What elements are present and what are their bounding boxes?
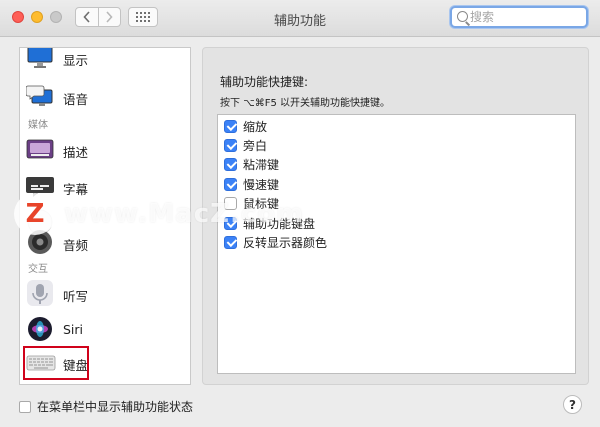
keyboard-shortcuts-panel: 辅助功能快捷键: 按下 ⌥⌘F5 以开关辅助功能快捷键。 缩放 旁白 粘滞键 慢…	[202, 47, 589, 385]
shortcut-item-sticky-keys[interactable]: 粘滞键	[224, 155, 279, 173]
selection-highlight	[23, 346, 89, 380]
search-input[interactable]	[470, 8, 580, 26]
checkbox-checked[interactable]	[224, 235, 237, 249]
speech-icon	[26, 85, 53, 106]
checkbox-unchecked[interactable]	[19, 400, 31, 413]
checkbox-unchecked[interactable]	[224, 196, 237, 210]
shortcut-item-zoom[interactable]: 缩放	[224, 117, 267, 135]
sidebar-section-interaction: 交互	[28, 264, 48, 275]
checkbox-checked[interactable]	[224, 216, 237, 230]
panel-description: 按下 ⌥⌘F5 以开关辅助功能快捷键。	[220, 98, 390, 109]
checkbox-checked[interactable]	[224, 177, 237, 191]
sidebar-item-captions[interactable]: 字幕	[20, 170, 190, 206]
siri-icon	[28, 317, 52, 341]
sidebar-item-label: 描述	[63, 145, 89, 160]
search-field[interactable]	[450, 6, 588, 28]
title-bar: 辅助功能	[0, 0, 600, 37]
shortcuts-list: 缩放 旁白 粘滞键 慢速键 鼠标键 辅助功能键盘 反转显示器颜色	[217, 114, 576, 374]
sidebar-item-label: 字幕	[63, 182, 89, 197]
shortcut-label: 缩放	[243, 119, 268, 134]
descriptions-icon	[26, 139, 54, 159]
shortcut-label: 反转显示器颜色	[243, 235, 328, 250]
display-icon	[27, 48, 53, 68]
shortcut-item-invert-colors[interactable]: 反转显示器颜色	[224, 233, 327, 251]
checkbox-checked[interactable]	[224, 138, 237, 152]
menubar-status-option[interactable]: 在菜单栏中显示辅助功能状态	[19, 398, 193, 415]
help-button[interactable]: ?	[563, 395, 582, 414]
preferences-window: 辅助功能 显示 语音 媒体	[0, 0, 600, 427]
shortcut-item-voiceover[interactable]: 旁白	[224, 136, 267, 154]
sidebar-item-siri[interactable]: Siri	[20, 313, 190, 349]
shortcut-label: 慢速键	[243, 177, 280, 192]
panel-title: 辅助功能快捷键:	[220, 75, 309, 89]
shortcut-label: 鼠标键	[243, 196, 280, 211]
sidebar-item-label: Siri	[63, 322, 84, 337]
sidebar-item-label: 显示	[63, 53, 89, 68]
sidebar-item-dictation[interactable]: 听写	[20, 277, 190, 313]
audio-icon	[28, 230, 52, 254]
sidebar-item-label: 语音	[63, 92, 89, 107]
shortcut-label: 旁白	[243, 138, 268, 153]
sidebar-item-audio[interactable]: 音频	[20, 226, 190, 262]
search-icon	[457, 11, 468, 22]
captions-icon	[26, 177, 54, 197]
sidebar-item-label: 音频	[63, 238, 89, 253]
checkbox-checked[interactable]	[224, 157, 237, 171]
menubar-status-label: 在菜单栏中显示辅助功能状态	[37, 400, 194, 414]
microphone-icon	[27, 280, 53, 306]
checkbox-checked[interactable]	[224, 119, 237, 133]
shortcut-item-mouse-keys[interactable]: 鼠标键	[224, 194, 279, 212]
shortcut-label: 粘滞键	[243, 157, 280, 172]
sidebar-item-speech[interactable]: 语音	[20, 80, 190, 116]
sidebar-section-media: 媒体	[28, 120, 48, 131]
sidebar-item-descriptions[interactable]: 描述	[20, 133, 190, 169]
shortcut-label: 辅助功能键盘	[243, 216, 316, 231]
shortcut-item-slow-keys[interactable]: 慢速键	[224, 175, 279, 193]
sidebar-item-label: 听写	[63, 289, 89, 304]
shortcut-item-accessibility-keyboard[interactable]: 辅助功能键盘	[224, 214, 315, 232]
sidebar-item-display[interactable]: 显示	[20, 48, 190, 78]
sidebar: 显示 语音 媒体 描述 字幕 音频 交互 听写 Siri 键盘	[19, 47, 191, 385]
